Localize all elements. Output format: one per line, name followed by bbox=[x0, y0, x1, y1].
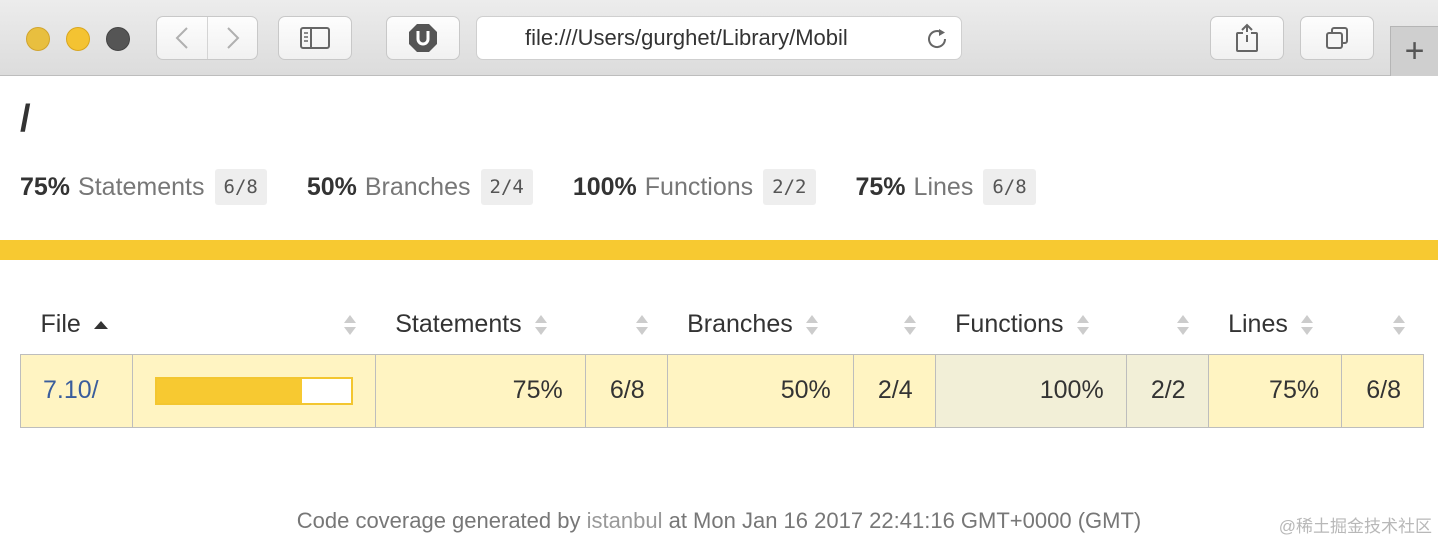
header-branches-raw[interactable] bbox=[853, 296, 935, 354]
sort-both-icon bbox=[1300, 314, 1313, 335]
summary-lines: 75% Lines 6/8 bbox=[856, 169, 1036, 205]
sort-both-icon bbox=[344, 314, 357, 335]
window-zoom-button[interactable] bbox=[106, 27, 130, 51]
header-lines-raw[interactable] bbox=[1342, 296, 1424, 354]
summary-label: Branches bbox=[364, 172, 471, 201]
coverage-table: File Statements Branches Functions Lines… bbox=[20, 296, 1424, 428]
summary-fraction: 6/8 bbox=[983, 169, 1036, 205]
page-title: / bbox=[20, 98, 31, 140]
summary-fraction: 2/4 bbox=[480, 169, 533, 205]
ublock-shield-icon bbox=[409, 24, 437, 52]
forward-button[interactable] bbox=[207, 17, 257, 59]
summary-statements: 75% Statements 6/8 bbox=[20, 169, 267, 205]
footer-suffix: at Mon Jan 16 2017 22:41:16 GMT+0000 (GM… bbox=[668, 508, 1142, 533]
sort-both-icon bbox=[534, 314, 547, 335]
coverage-summary: 75% Statements 6/8 50% Branches 2/4 100%… bbox=[20, 168, 1076, 206]
coverage-bar bbox=[154, 376, 353, 405]
sidebar-toggle-button[interactable] bbox=[278, 16, 352, 60]
header-statements-raw[interactable] bbox=[585, 296, 667, 354]
browser-toolbar: file:///Users/gurghet/Library/Mobil + bbox=[0, 0, 1438, 76]
lines-pct: 75% bbox=[1207, 353, 1343, 428]
reload-icon[interactable] bbox=[925, 27, 949, 51]
sort-both-icon bbox=[1392, 314, 1405, 335]
summary-fraction: 2/2 bbox=[763, 169, 816, 205]
summary-label: Statements bbox=[78, 172, 205, 201]
summary-branches: 50% Branches 2/4 bbox=[307, 169, 533, 205]
statements-fraction: 6/8 bbox=[584, 353, 668, 428]
sort-both-icon bbox=[1177, 314, 1190, 335]
branches-fraction: 2/4 bbox=[852, 353, 936, 428]
chevron-right-icon bbox=[226, 27, 239, 49]
header-label: File bbox=[40, 310, 81, 339]
chevron-left-icon bbox=[175, 27, 188, 49]
header-branches[interactable]: Branches bbox=[667, 296, 853, 354]
watermark: @稀土掘金技术社区 bbox=[1278, 517, 1432, 536]
file-link[interactable]: 7.10/ bbox=[20, 353, 133, 428]
summary-label: Functions bbox=[644, 172, 754, 201]
coverage-bar-cell bbox=[131, 353, 376, 428]
share-icon bbox=[1236, 23, 1258, 52]
summary-pct: 75% bbox=[20, 172, 71, 201]
coverage-bar-fill bbox=[156, 378, 303, 403]
new-tab-button[interactable]: + bbox=[1390, 26, 1438, 76]
summary-pct: 50% bbox=[306, 172, 357, 201]
sort-both-icon bbox=[904, 314, 917, 335]
summary-fraction: 6/8 bbox=[214, 169, 267, 205]
lines-fraction: 6/8 bbox=[1341, 353, 1424, 428]
header-lines[interactable]: Lines bbox=[1208, 296, 1342, 354]
summary-pct: 75% bbox=[855, 172, 906, 201]
sort-both-icon bbox=[805, 314, 818, 335]
window-minimize-button[interactable] bbox=[66, 27, 90, 51]
table-row: 7.10/ 75% 6/8 50% 2/4 100% 2/2 75% 6/8 bbox=[20, 353, 1424, 428]
address-bar[interactable]: file:///Users/gurghet/Library/Mobil bbox=[476, 16, 962, 60]
statements-pct: 75% bbox=[374, 353, 586, 428]
footer-prefix: Code coverage generated by bbox=[296, 508, 581, 533]
address-text[interactable]: file:///Users/gurghet/Library/Mobil bbox=[525, 17, 911, 59]
share-button[interactable] bbox=[1210, 16, 1284, 60]
header-label: Lines bbox=[1228, 310, 1288, 339]
header-file[interactable]: File bbox=[21, 296, 133, 354]
extension-button[interactable] bbox=[386, 16, 460, 60]
header-label: Statements bbox=[395, 310, 522, 339]
istanbul-link[interactable]: istanbul bbox=[587, 508, 663, 533]
back-button[interactable] bbox=[157, 17, 207, 59]
sort-ascending-icon bbox=[93, 320, 108, 329]
sidebar-icon bbox=[300, 27, 330, 49]
coverage-status-bar bbox=[0, 240, 1438, 260]
window-close-button[interactable] bbox=[26, 27, 50, 51]
header-file-bar[interactable] bbox=[132, 296, 375, 354]
show-tabs-button[interactable] bbox=[1300, 16, 1374, 60]
header-functions[interactable]: Functions bbox=[935, 296, 1126, 354]
header-label: Branches bbox=[687, 310, 793, 339]
functions-fraction: 2/2 bbox=[1125, 353, 1209, 428]
header-functions-raw[interactable] bbox=[1126, 296, 1208, 354]
navigation-group bbox=[156, 16, 258, 60]
summary-label: Lines bbox=[913, 172, 974, 201]
sort-both-icon bbox=[636, 314, 649, 335]
functions-pct: 100% bbox=[934, 353, 1127, 428]
tabs-overview-icon bbox=[1326, 27, 1348, 49]
summary-pct: 100% bbox=[572, 172, 637, 201]
header-statements[interactable]: Statements bbox=[375, 296, 585, 354]
sort-both-icon bbox=[1076, 314, 1089, 335]
summary-functions: 100% Functions 2/2 bbox=[573, 169, 816, 205]
header-label: Functions bbox=[955, 310, 1064, 339]
branches-pct: 50% bbox=[666, 353, 854, 428]
footer: Code coverage generated by istanbul at M… bbox=[0, 508, 1438, 534]
